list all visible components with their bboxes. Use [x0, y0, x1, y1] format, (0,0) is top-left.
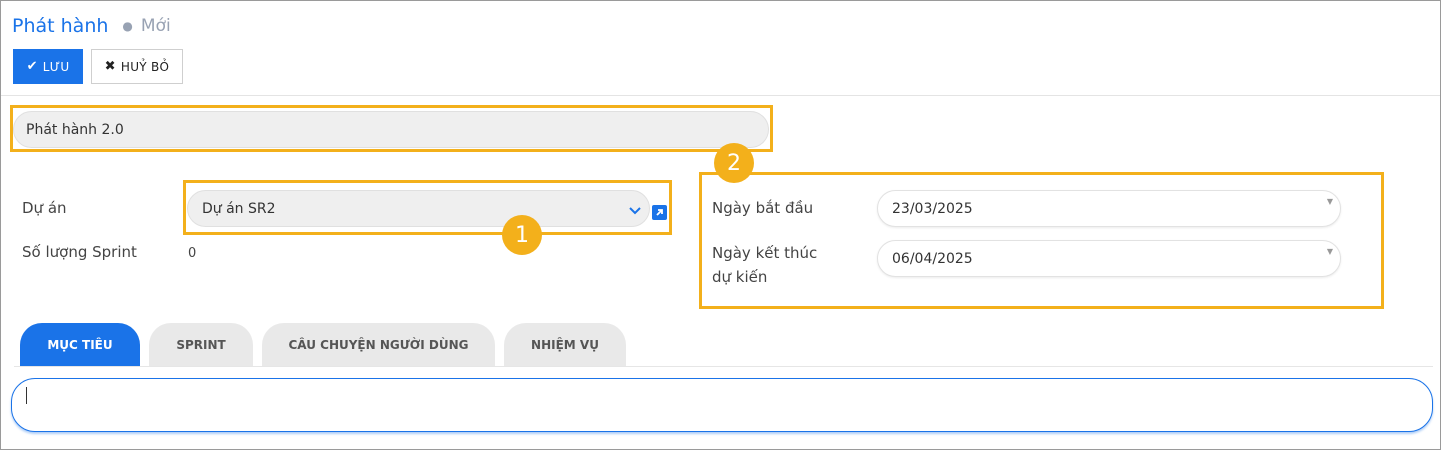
annotation-badge-1: 1 — [502, 215, 542, 255]
release-name-input[interactable]: Phát hành 2.0 — [13, 111, 769, 148]
cancel-button-label: HUỶ BỎ — [120, 59, 170, 74]
check-icon: ✔ — [26, 59, 38, 74]
save-button[interactable]: ✔ LƯU — [13, 49, 83, 84]
breadcrumb: Phát hành ● Mới — [12, 12, 171, 40]
external-link-icon[interactable] — [652, 205, 667, 220]
cancel-button[interactable]: ✖ HUỶ BỎ — [91, 49, 183, 84]
sprint-count-value: 0 — [188, 246, 197, 261]
tab-tasks[interactable]: NHIỆM VỤ — [504, 323, 626, 367]
start-date-label: Ngày bắt đầu — [712, 199, 814, 217]
save-button-label: LƯU — [42, 59, 70, 74]
end-date-input[interactable]: 06/04/2025 ▼ — [877, 240, 1341, 277]
tab-objectives[interactable]: MỤC TIÊU — [20, 323, 140, 367]
breadcrumb-separator-icon: ● — [122, 19, 133, 33]
toolbar-divider — [1, 95, 1440, 96]
tab-underline — [14, 366, 1433, 367]
project-label: Dự án — [22, 199, 67, 217]
caret-down-icon: ▼ — [1326, 197, 1333, 206]
end-date-label: Ngày kết thúc — [712, 244, 818, 262]
x-icon: ✖ — [104, 59, 116, 74]
tab-user-stories[interactable]: CÂU CHUYỆN NGƯỜI DÙNG — [262, 323, 495, 367]
release-name-value: Phát hành 2.0 — [26, 121, 124, 138]
objectives-textarea[interactable] — [11, 378, 1433, 432]
annotation-badge-2: 2 — [714, 143, 754, 183]
text-cursor — [26, 387, 27, 404]
sprint-count-label: Số lượng Sprint — [22, 243, 137, 261]
project-select[interactable]: Dự án SR2 — [187, 190, 650, 227]
start-date-input[interactable]: 23/03/2025 ▼ — [877, 190, 1341, 227]
end-date-value: 06/04/2025 — [892, 250, 973, 267]
chevron-down-icon[interactable] — [629, 207, 641, 215]
caret-down-icon: ▼ — [1326, 247, 1333, 256]
breadcrumb-current: Mới — [140, 16, 171, 36]
end-date-label-line2: dự kiến — [712, 268, 768, 286]
start-date-value: 23/03/2025 — [892, 200, 973, 217]
breadcrumb-title[interactable]: Phát hành — [12, 15, 108, 37]
project-select-value: Dự án SR2 — [202, 200, 276, 217]
tab-sprint[interactable]: SPRINT — [149, 323, 253, 367]
